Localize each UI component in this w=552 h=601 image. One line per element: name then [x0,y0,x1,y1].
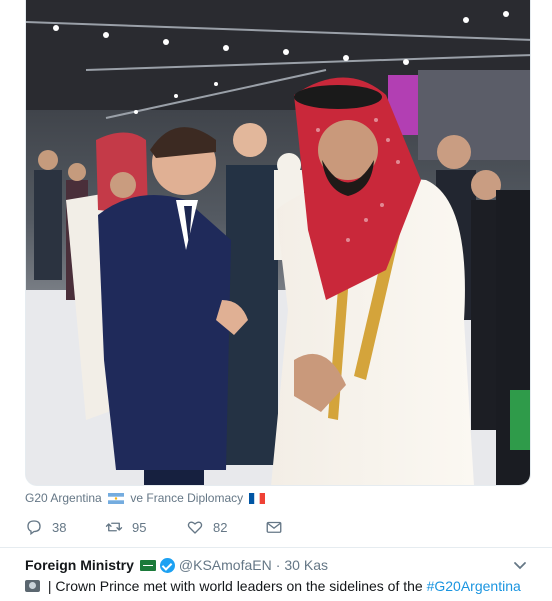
next-tweet[interactable]: Foreign Ministry @KSAmofaEN · 30 Kas | C… [25,557,531,594]
like-button[interactable]: 82 [186,518,227,536]
author-handle[interactable]: @KSAmofaEN [179,557,272,573]
separator-dot: · [275,557,281,573]
tweet-header: Foreign Ministry @KSAmofaEN · 30 Kas [25,557,531,573]
retweet-count: 95 [132,519,147,535]
france-flag-icon [249,493,266,504]
like-count: 82 [213,519,228,535]
reply-button[interactable]: 38 [25,518,66,536]
tweet-date[interactable]: 30 Kas [284,557,328,573]
heart-icon [187,521,203,534]
direct-message-button[interactable] [265,518,292,536]
tweet-tagline[interactable]: G20 Argentina ve France Diplomacy [25,491,268,505]
chevron-down-icon[interactable] [513,558,527,575]
argentina-flag-icon [108,493,125,504]
envelope-icon [266,521,282,533]
camera-icon [25,580,40,592]
reply-count: 38 [52,519,67,535]
retweet-icon [105,522,123,532]
mention-france-diplomacy[interactable]: ve France Diplomacy [130,491,243,505]
retweet-button[interactable]: 95 [105,518,146,536]
tweet-divider [0,547,552,548]
verified-badge-icon [159,557,175,573]
author-name[interactable]: Foreign Ministry [25,557,134,573]
tweet-text-body: | Crown Prince met with world leaders on… [44,578,427,594]
saudi-flag-icon [139,559,156,571]
reply-icon [27,520,41,536]
tweet-actions: 38 95 82 [25,518,325,542]
tweet-text: | Crown Prince met with world leaders on… [25,578,531,594]
tweet-photo[interactable] [25,0,531,486]
mention-g20-argentina[interactable]: G20 Argentina [25,491,102,505]
hashtag-link[interactable]: #G20Argentina [427,578,521,594]
